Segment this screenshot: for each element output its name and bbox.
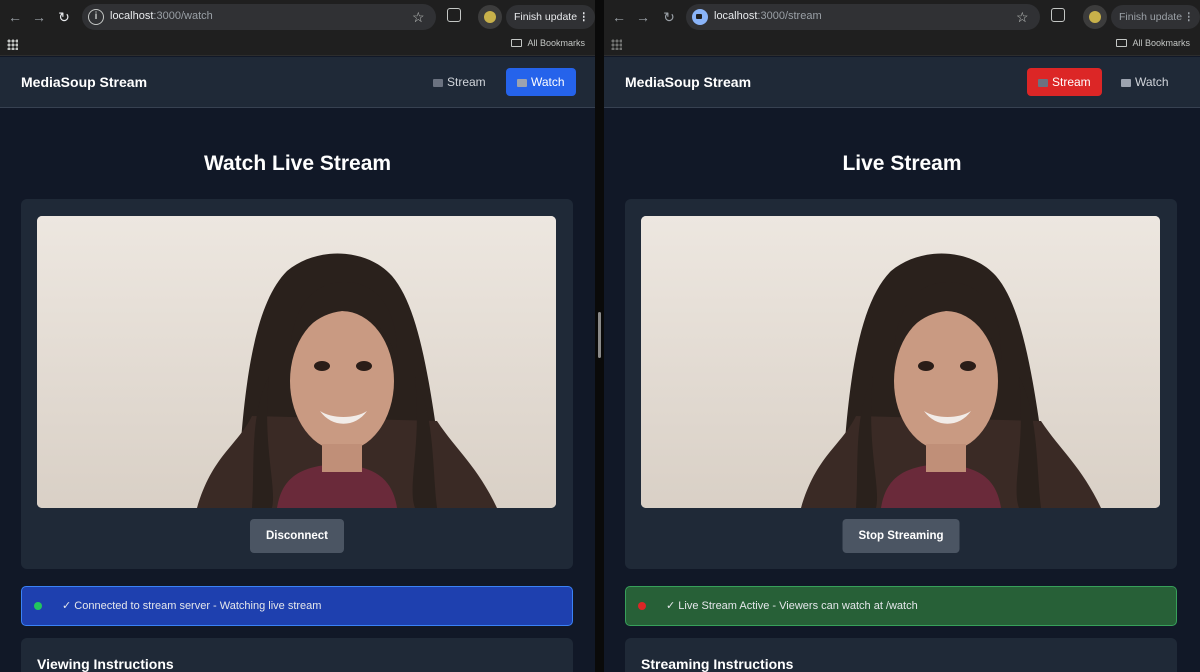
folder-icon xyxy=(511,39,523,47)
apps-grid-icon[interactable] xyxy=(611,39,622,50)
nav-stream-link[interactable]: Stream xyxy=(422,68,497,96)
live-dot-icon xyxy=(638,602,646,610)
url-text: localhost:3000/stream xyxy=(714,10,822,22)
browser-toolbar: ← → ↻ localhost:3000/stream ☆ Finish upd… xyxy=(604,0,1200,34)
divider-handle[interactable] xyxy=(598,312,601,358)
all-bookmarks-link[interactable]: All Bookmarks xyxy=(511,38,585,48)
stop-streaming-button[interactable]: Stop Streaming xyxy=(842,519,960,553)
extensions-icon[interactable] xyxy=(447,8,461,22)
bookmarks-bar: All Bookmarks xyxy=(604,34,1200,56)
video-frame-person xyxy=(37,216,556,508)
instructions-title: Streaming Instructions xyxy=(641,656,794,672)
app-header: MediaSoup Stream Stream Watch xyxy=(604,57,1200,108)
bookmark-star-icon[interactable]: ☆ xyxy=(412,9,425,26)
split-divider[interactable] xyxy=(595,0,604,672)
reload-icon[interactable]: ↻ xyxy=(55,8,73,26)
back-arrow-icon[interactable]: ← xyxy=(6,8,24,26)
apps-grid-icon[interactable] xyxy=(7,39,18,50)
extensions-icon[interactable] xyxy=(1051,8,1065,22)
address-bar[interactable]: i localhost:3000/watch ☆ xyxy=(82,4,436,30)
back-arrow-icon[interactable]: ← xyxy=(610,8,628,26)
status-dot-icon xyxy=(34,602,42,610)
stream-status-banner: ✓ Live Stream Active - Viewers can watch… xyxy=(625,586,1177,626)
video-card: Disconnect xyxy=(21,199,573,569)
forward-arrow-icon[interactable]: → xyxy=(30,8,48,26)
nav-watch-link[interactable]: Watch xyxy=(506,68,576,96)
connection-status-banner: ✓ Connected to stream server - Watching … xyxy=(21,586,573,626)
finish-update-button[interactable]: Finish update ⋮ xyxy=(1111,5,1200,29)
all-bookmarks-link[interactable]: All Bookmarks xyxy=(1116,38,1190,48)
bookmark-star-icon[interactable]: ☆ xyxy=(1016,9,1029,26)
camera-icon xyxy=(433,79,443,87)
brand-title: MediaSoup Stream xyxy=(21,74,148,90)
profile-avatar[interactable] xyxy=(1083,5,1107,29)
camera-icon xyxy=(1038,79,1048,87)
folder-icon xyxy=(1116,39,1128,47)
video-frame-person xyxy=(641,216,1160,508)
url-text: localhost:3000/watch xyxy=(110,10,213,22)
stream-browser-window: ← → ↻ localhost:3000/stream ☆ Finish upd… xyxy=(604,0,1200,672)
split-screen: ← → ↻ i localhost:3000/watch ☆ Finish up… xyxy=(0,0,1200,672)
site-info-icon[interactable]: i xyxy=(88,9,104,25)
address-bar[interactable]: localhost:3000/stream ☆ xyxy=(686,4,1040,30)
nav-stream-link[interactable]: Stream xyxy=(1027,68,1102,96)
video-card: Stop Streaming xyxy=(625,199,1177,569)
site-app-icon[interactable] xyxy=(692,9,708,25)
video-preview[interactable] xyxy=(641,216,1160,508)
brand-title: MediaSoup Stream xyxy=(625,74,752,90)
tv-icon xyxy=(517,79,527,87)
menu-dots-icon[interactable]: ⋮ xyxy=(579,5,590,29)
page-title: Live Stream xyxy=(842,152,962,175)
reload-icon[interactable]: ↻ xyxy=(660,8,678,26)
disconnect-button[interactable]: Disconnect xyxy=(250,519,344,553)
instructions-card: Streaming Instructions xyxy=(625,638,1177,672)
instructions-title: Viewing Instructions xyxy=(37,656,174,672)
browser-toolbar: ← → ↻ i localhost:3000/watch ☆ Finish up… xyxy=(0,0,595,34)
page-title: Watch Live Stream xyxy=(203,152,392,175)
menu-dots-icon[interactable]: ⋮ xyxy=(1184,5,1195,29)
app-header: MediaSoup Stream Stream Watch xyxy=(0,57,595,108)
forward-arrow-icon[interactable]: → xyxy=(634,8,652,26)
status-text: ✓ Live Stream Active - Viewers can watch… xyxy=(666,600,918,612)
status-text: ✓ Connected to stream server - Watching … xyxy=(62,600,322,612)
instructions-card: Viewing Instructions xyxy=(21,638,573,672)
bookmarks-bar: All Bookmarks xyxy=(0,34,595,56)
profile-avatar[interactable] xyxy=(478,5,502,29)
video-player[interactable] xyxy=(37,216,556,508)
nav-watch-link[interactable]: Watch xyxy=(1110,68,1180,96)
finish-update-button[interactable]: Finish update ⋮ xyxy=(506,5,595,29)
watch-browser-window: ← → ↻ i localhost:3000/watch ☆ Finish up… xyxy=(0,0,595,672)
tv-icon xyxy=(1121,79,1131,87)
